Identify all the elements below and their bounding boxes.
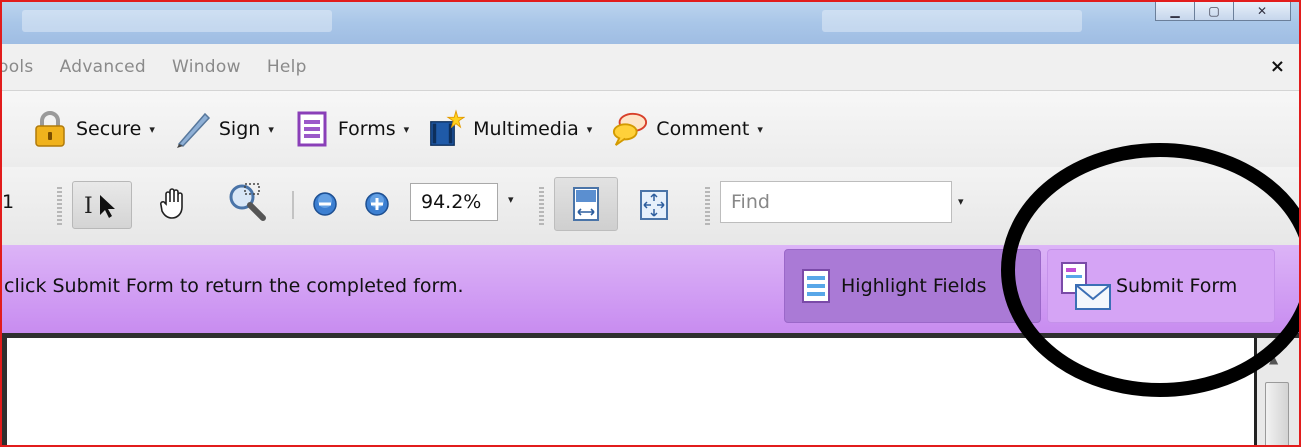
scroll-up-icon[interactable]: ▲ bbox=[1269, 352, 1278, 366]
zoom-level-value: 94.2% bbox=[421, 191, 482, 213]
menu-help[interactable]: Help bbox=[267, 57, 307, 77]
secure-label: Secure bbox=[76, 118, 142, 140]
submit-envelope-icon bbox=[1058, 261, 1114, 311]
pen-icon bbox=[175, 110, 211, 148]
close-icon: ✕ bbox=[1256, 4, 1268, 18]
submit-form-label: Submit Form bbox=[1116, 275, 1238, 297]
lock-icon bbox=[32, 110, 68, 148]
hand-icon bbox=[157, 186, 191, 220]
form-icon bbox=[294, 110, 330, 148]
speech-bubble-icon bbox=[612, 110, 648, 148]
title-blur bbox=[822, 10, 1082, 32]
multimedia-button[interactable]: Multimedia ▾ bbox=[429, 109, 593, 148]
film-star-icon bbox=[429, 109, 466, 148]
multimedia-label: Multimedia bbox=[473, 118, 579, 140]
find-dropdown-button[interactable]: ▾ bbox=[958, 195, 964, 208]
toolbar-grip[interactable] bbox=[705, 187, 710, 225]
comment-button[interactable]: Comment ▾ bbox=[612, 110, 763, 148]
sign-label: Sign bbox=[218, 118, 261, 140]
task-toolbar: Secure ▾ Sign ▾ Forms ▾ Multimedia ▾ Com… bbox=[2, 91, 1299, 167]
comment-dropdown-icon: ▾ bbox=[757, 122, 763, 136]
zoom-out-icon bbox=[312, 191, 338, 217]
fit-page-button[interactable] bbox=[634, 185, 674, 225]
scrollbar-thumb[interactable] bbox=[1265, 382, 1289, 445]
fit-width-button[interactable] bbox=[554, 177, 618, 231]
zoom-in-button[interactable] bbox=[364, 191, 390, 217]
menu-bar: ools Advanced Window Help × bbox=[2, 44, 1299, 91]
select-cursor-icon: I bbox=[82, 191, 122, 219]
page-number: 1 bbox=[2, 191, 15, 213]
minimize-button[interactable]: ▁ bbox=[1155, 2, 1195, 21]
app-window: ▁ ▢ ✕ ools Advanced Window Help × Secure… bbox=[0, 0, 1301, 447]
vertical-scrollbar[interactable]: ▲ bbox=[1254, 338, 1299, 445]
form-message-bar: click Submit Form to return the complete… bbox=[2, 245, 1299, 338]
close-document-button[interactable]: × bbox=[1270, 56, 1285, 77]
select-tool-button[interactable]: I bbox=[72, 181, 132, 229]
sign-button[interactable]: Sign ▾ bbox=[175, 110, 274, 148]
marquee-zoom-button[interactable] bbox=[224, 179, 270, 225]
zoom-level-field[interactable]: 94.2% bbox=[410, 183, 498, 221]
title-bar: ▁ ▢ ✕ bbox=[2, 2, 1299, 44]
form-instruction-text: click Submit Form to return the complete… bbox=[4, 275, 464, 297]
highlight-fields-button[interactable]: Highlight Fields bbox=[784, 249, 1041, 323]
title-blur bbox=[22, 10, 332, 32]
view-toolbar: 1 I 94.2% ▾ Find ▾ bbox=[2, 167, 1299, 246]
menu-tools[interactable]: ools bbox=[2, 57, 34, 77]
submit-form-button[interactable]: Submit Form bbox=[1047, 249, 1275, 323]
multimedia-dropdown-icon: ▾ bbox=[586, 122, 593, 136]
secure-dropdown-icon: ▾ bbox=[149, 122, 155, 136]
document-page[interactable] bbox=[2, 338, 1254, 445]
highlight-fields-icon bbox=[801, 268, 831, 304]
sign-dropdown-icon: ▾ bbox=[268, 122, 274, 136]
zoom-dropdown-button[interactable]: ▾ bbox=[508, 193, 514, 206]
forms-dropdown-icon: ▾ bbox=[403, 122, 410, 136]
highlight-fields-label: Highlight Fields bbox=[841, 275, 987, 297]
toolbar-separator bbox=[292, 191, 294, 219]
fit-page-icon bbox=[639, 189, 669, 221]
close-window-button[interactable]: ✕ bbox=[1233, 2, 1291, 21]
svg-text:I: I bbox=[84, 194, 93, 219]
hand-tool-button[interactable] bbox=[152, 181, 196, 225]
forms-button[interactable]: Forms ▾ bbox=[294, 110, 409, 148]
zoom-in-icon bbox=[364, 191, 390, 217]
fit-width-icon bbox=[572, 186, 600, 222]
zoom-out-button[interactable] bbox=[312, 191, 338, 217]
toolbar-grip[interactable] bbox=[57, 187, 62, 225]
forms-label: Forms bbox=[337, 118, 396, 140]
secure-button[interactable]: Secure ▾ bbox=[32, 110, 155, 148]
maximize-icon: ▢ bbox=[1208, 4, 1220, 18]
maximize-button[interactable]: ▢ bbox=[1194, 2, 1234, 21]
minimize-icon: ▁ bbox=[1170, 4, 1180, 18]
comment-label: Comment bbox=[656, 118, 750, 140]
menu-window[interactable]: Window bbox=[172, 57, 241, 77]
window-controls: ▁ ▢ ✕ bbox=[1155, 2, 1291, 21]
toolbar-grip[interactable] bbox=[539, 187, 544, 225]
find-input[interactable] bbox=[720, 181, 952, 223]
menu-advanced[interactable]: Advanced bbox=[60, 57, 146, 77]
marquee-zoom-icon bbox=[227, 182, 267, 222]
